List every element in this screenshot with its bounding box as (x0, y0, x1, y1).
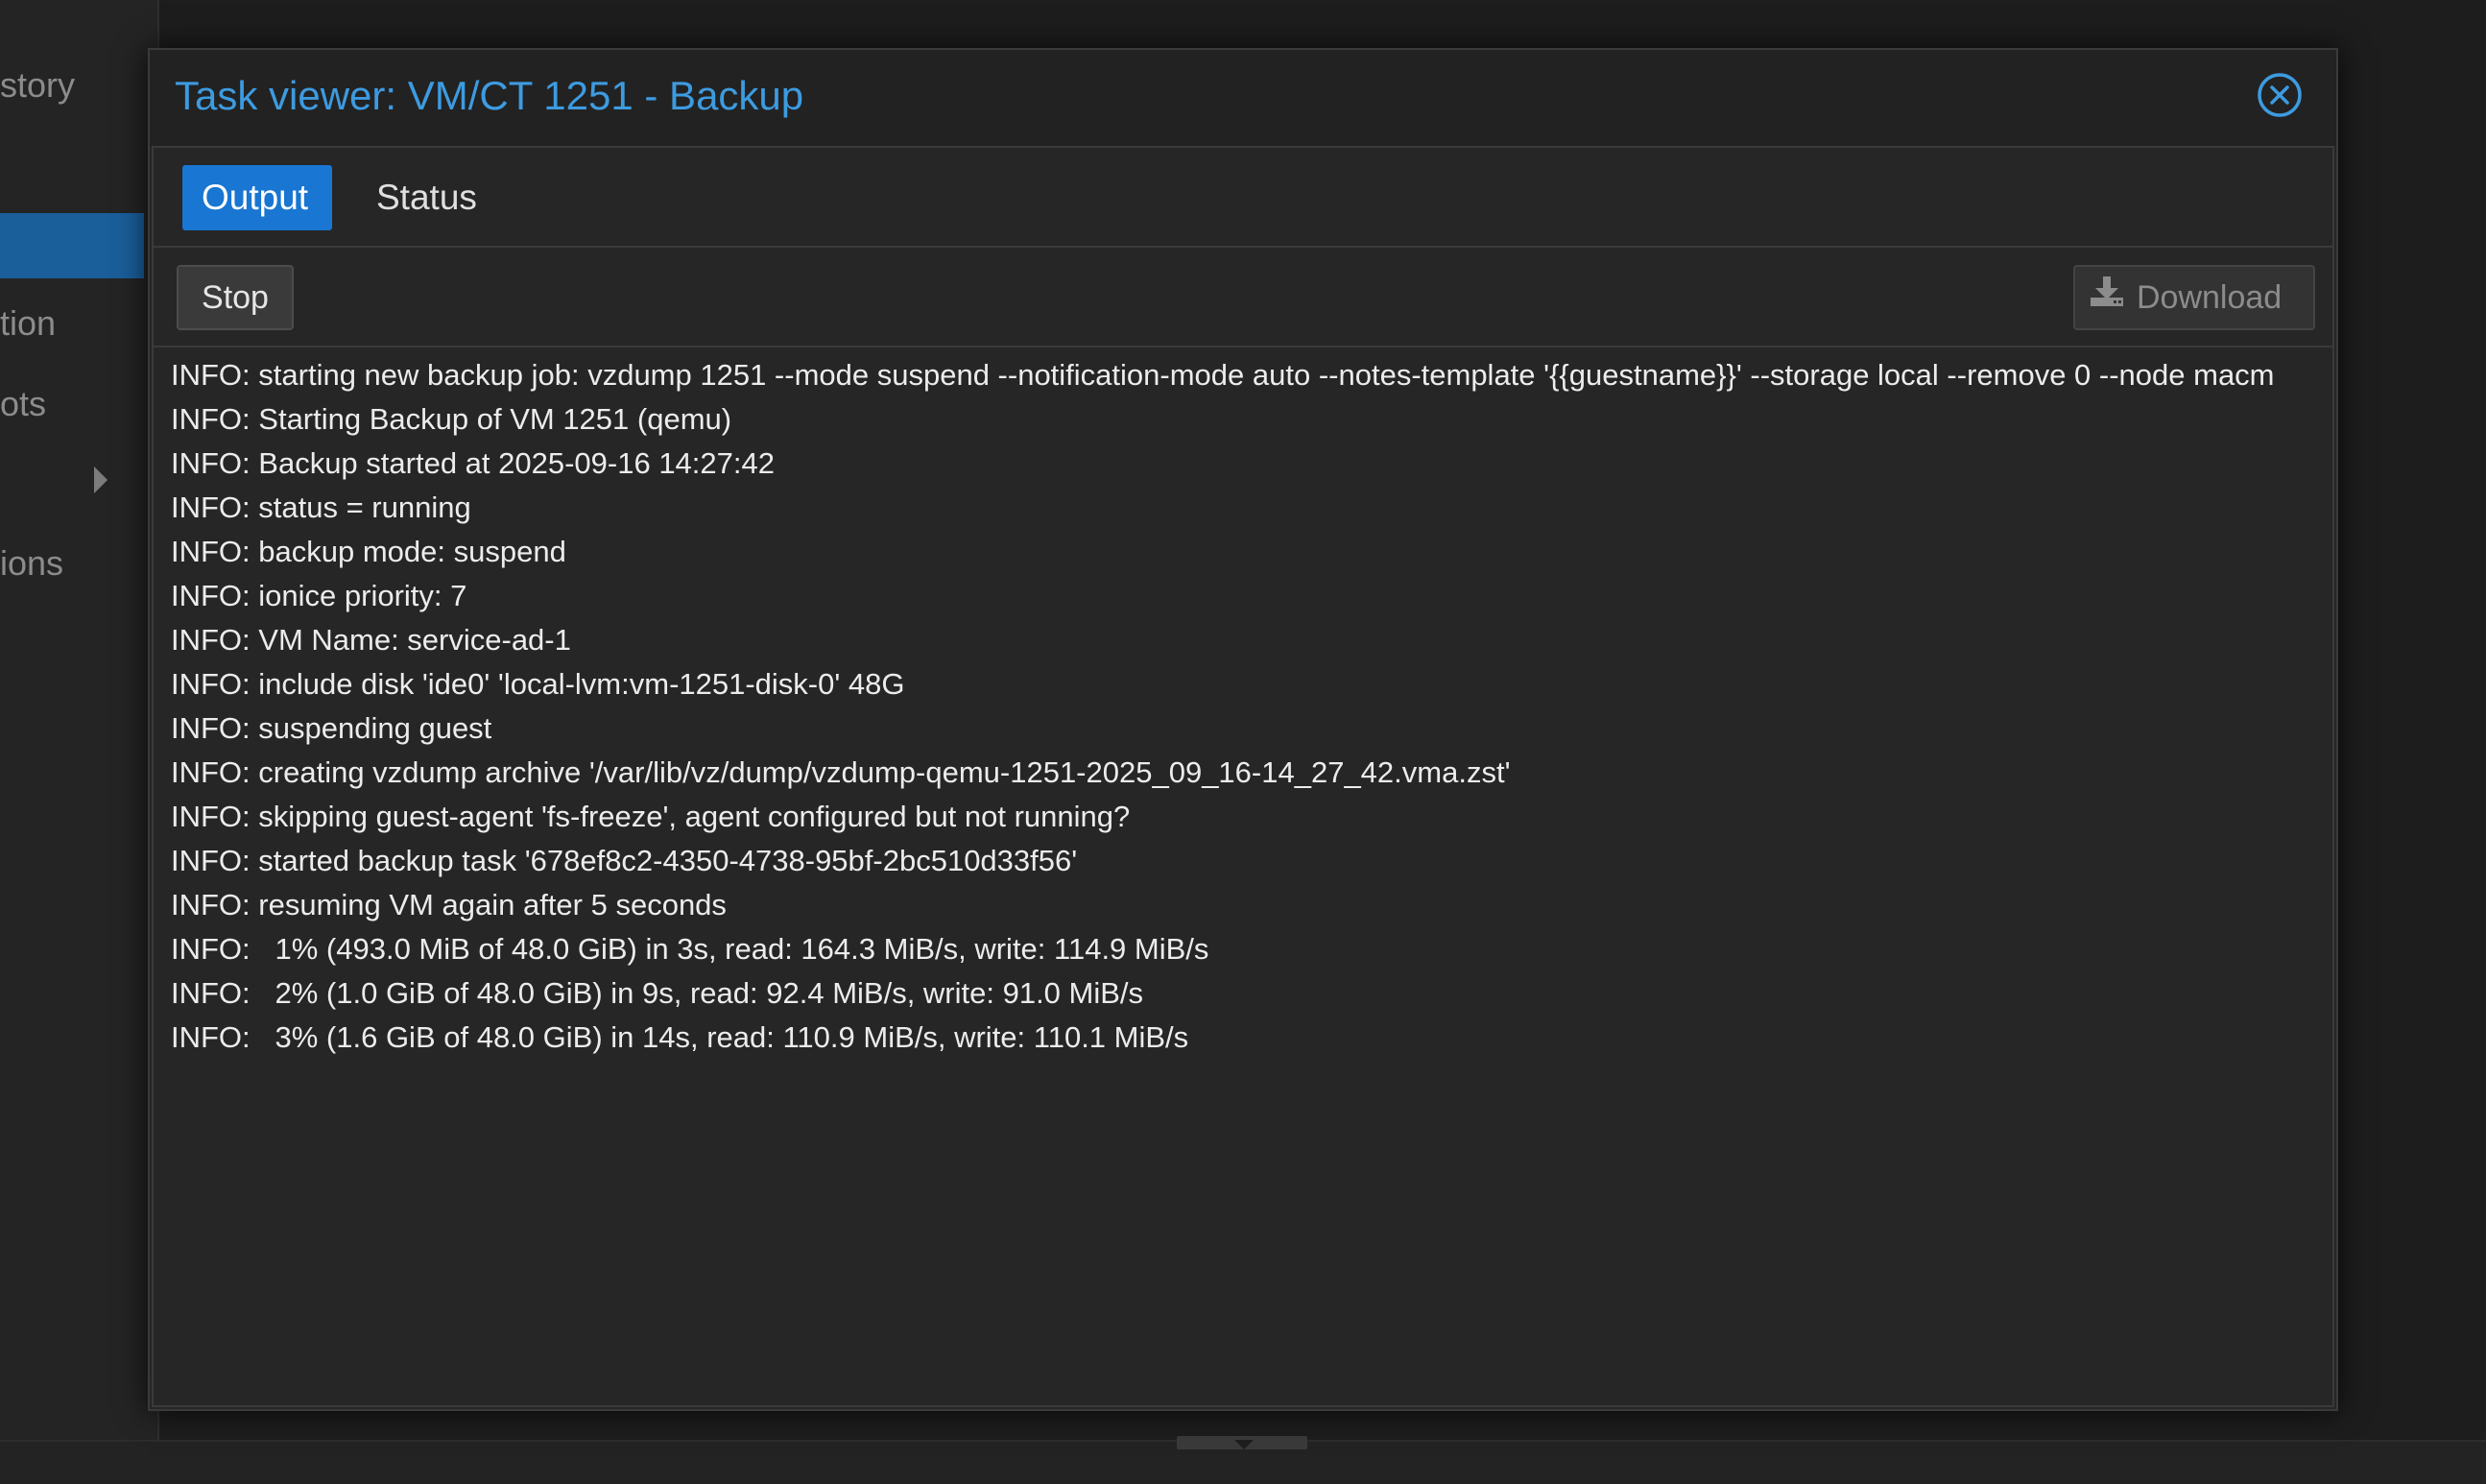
tab-status[interactable]: Status (357, 165, 496, 230)
left-navigation-panel: story tion ots ions (0, 0, 159, 1440)
log-line: INFO: backup mode: suspend (171, 535, 566, 568)
log-line: INFO: Starting Backup of VM 1251 (qemu) (171, 402, 732, 436)
log-line: INFO: 3% (1.6 GiB of 48.0 GiB) in 14s, r… (171, 1020, 1189, 1054)
download-button[interactable]: Download (2073, 265, 2315, 330)
stop-button[interactable]: Stop (177, 265, 294, 330)
tab-output[interactable]: Output (182, 165, 332, 230)
nav-item-permissions[interactable]: ions (0, 543, 63, 584)
nav-item-selected[interactable] (0, 213, 144, 278)
log-line: INFO: skipping guest-agent 'fs-freeze', … (171, 800, 1131, 833)
nav-item-option[interactable]: tion (0, 303, 56, 344)
close-icon[interactable] (2256, 71, 2304, 119)
log-line: INFO: creating vzdump archive '/var/lib/… (171, 755, 1511, 789)
log-line: INFO: VM Name: service-ad-1 (171, 623, 571, 657)
expand-arrow-icon[interactable] (94, 467, 108, 493)
log-line: INFO: suspending guest (171, 711, 492, 745)
dialog-header: Task viewer: VM/CT 1251 - Backup (150, 50, 2336, 146)
download-label: Download (2137, 279, 2283, 316)
log-line: INFO: resuming VM again after 5 seconds (171, 888, 727, 922)
log-line: INFO: status = running (171, 491, 471, 524)
nav-item-snapshots[interactable]: ots (0, 384, 46, 424)
dialog-body: Output Status Stop Download INFO: starti… (152, 146, 2334, 1407)
log-line: INFO: Backup started at 2025-09-16 14:27… (171, 446, 775, 480)
log-line: INFO: started backup task '678ef8c2-4350… (171, 844, 1078, 877)
chevron-down-icon (1234, 1440, 1254, 1449)
download-icon (2089, 266, 2125, 327)
log-line: INFO: starting new backup job: vzdump 12… (171, 358, 2275, 392)
nav-item-history[interactable]: story (0, 65, 75, 106)
toolbar: Stop Download (154, 248, 2332, 347)
task-viewer-dialog: Task viewer: VM/CT 1251 - Backup Output … (148, 48, 2338, 1411)
task-output-log[interactable]: INFO: starting new backup job: vzdump 12… (154, 347, 2332, 1405)
log-line: INFO: 2% (1.0 GiB of 48.0 GiB) in 9s, re… (171, 976, 1144, 1010)
tab-bar: Output Status (154, 148, 2332, 248)
dialog-title: Task viewer: VM/CT 1251 - Backup (175, 73, 804, 118)
log-line: INFO: 1% (493.0 MiB of 48.0 GiB) in 3s, … (171, 932, 1209, 966)
log-line: INFO: include disk 'ide0' 'local-lvm:vm-… (171, 667, 905, 701)
log-line: INFO: ionice priority: 7 (171, 579, 467, 612)
